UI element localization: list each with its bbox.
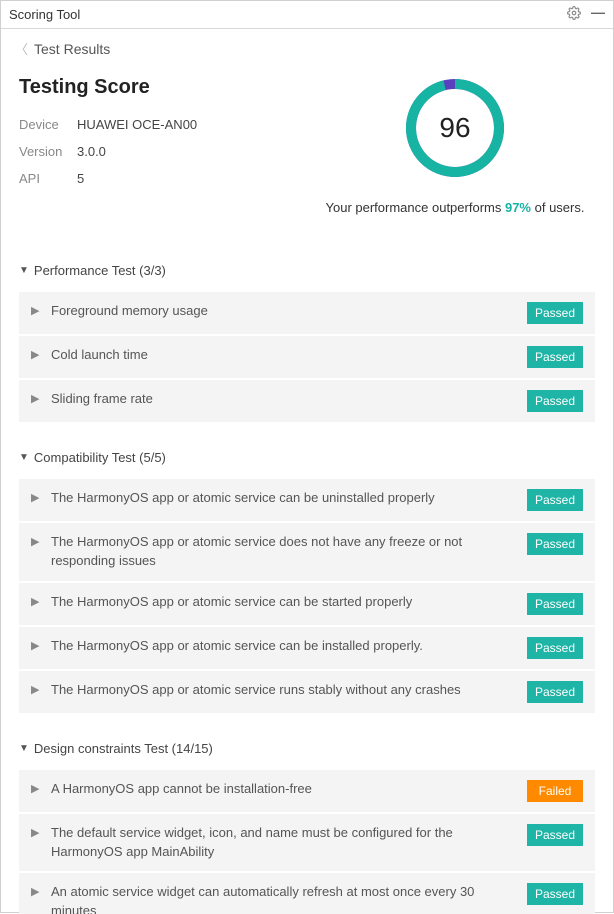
status-badge: Passed [527, 593, 583, 615]
test-label: Cold launch time [51, 346, 527, 365]
section-compatibility-title: Compatibility Test (5/5) [34, 450, 166, 465]
section-performance-title: Performance Test (3/3) [34, 263, 166, 278]
header-meta: Testing Score Device HUAWEI OCE-AN00 Ver… [19, 76, 315, 215]
status-badge: Passed [527, 883, 583, 905]
meta-device: Device HUAWEI OCE-AN00 [19, 117, 315, 132]
chevron-right-icon: ▶ [31, 681, 51, 696]
test-row[interactable]: ▶ Foreground memory usage Passed [19, 292, 595, 336]
back-label: Test Results [34, 41, 110, 57]
section-design-header[interactable]: ▼ Design constraints Test (14/15) [19, 741, 595, 756]
chevron-right-icon: ▶ [31, 533, 51, 548]
chevron-left-icon: 〈 [15, 39, 28, 58]
test-row[interactable]: ▶ The HarmonyOS app or atomic service ca… [19, 479, 595, 523]
chevron-right-icon: ▶ [31, 593, 51, 608]
test-label: An atomic service widget can automatical… [51, 883, 527, 914]
section-performance-header[interactable]: ▼ Performance Test (3/3) [19, 263, 595, 278]
status-badge: Failed [527, 780, 583, 802]
outperform-prefix: Your performance outperforms [326, 200, 505, 215]
header-area: Testing Score Device HUAWEI OCE-AN00 Ver… [5, 76, 609, 235]
chevron-right-icon: ▶ [31, 346, 51, 361]
status-badge: Passed [527, 637, 583, 659]
chevron-right-icon: ▶ [31, 390, 51, 405]
status-badge: Passed [527, 302, 583, 324]
test-label: The HarmonyOS app or atomic service can … [51, 593, 527, 612]
meta-version-value: 3.0.0 [77, 144, 106, 159]
test-label: The HarmonyOS app or atomic service runs… [51, 681, 527, 700]
section-compatibility-header[interactable]: ▼ Compatibility Test (5/5) [19, 450, 595, 465]
score-area: 96 Your performance outperforms 97% of u… [315, 76, 595, 215]
section-design: ▼ Design constraints Test (14/15) ▶ A Ha… [5, 741, 609, 914]
test-label: The HarmonyOS app or atomic service can … [51, 489, 527, 508]
status-badge: Passed [527, 346, 583, 368]
chevron-right-icon: ▶ [31, 883, 51, 898]
content-area: 〈 Test Results Testing Score Device HUAW… [1, 29, 613, 914]
chevron-right-icon: ▶ [31, 637, 51, 652]
meta-device-label: Device [19, 117, 77, 132]
chevron-down-icon: ▼ [19, 452, 29, 463]
test-row[interactable]: ▶ The HarmonyOS app or atomic service ru… [19, 671, 595, 713]
gear-icon[interactable] [567, 6, 581, 23]
test-row[interactable]: ▶ A HarmonyOS app cannot be installation… [19, 770, 595, 814]
status-badge: Passed [527, 390, 583, 412]
test-label: Foreground memory usage [51, 302, 527, 321]
test-label: The default service widget, icon, and na… [51, 824, 527, 862]
minimize-icon[interactable]: — [591, 4, 605, 20]
page-title: Testing Score [19, 76, 315, 99]
status-badge: Passed [527, 824, 583, 846]
test-row[interactable]: ▶ Cold launch time Passed [19, 336, 595, 380]
status-badge: Passed [527, 533, 583, 555]
meta-version-label: Version [19, 144, 77, 159]
window-controls: — [567, 6, 605, 23]
meta-version: Version 3.0.0 [19, 144, 315, 159]
back-button[interactable]: 〈 Test Results [5, 29, 609, 76]
status-badge: Passed [527, 489, 583, 511]
test-row[interactable]: ▶ An atomic service widget can automatic… [19, 873, 595, 914]
test-label: The HarmonyOS app or atomic service does… [51, 533, 527, 571]
section-performance-items: ▶ Foreground memory usage Passed ▶ Cold … [19, 292, 595, 422]
test-label: A HarmonyOS app cannot be installation-f… [51, 780, 527, 799]
score-value: 96 [403, 76, 507, 180]
section-performance: ▼ Performance Test (3/3) ▶ Foreground me… [5, 263, 609, 422]
meta-device-value: HUAWEI OCE-AN00 [77, 117, 197, 132]
titlebar: Scoring Tool — [1, 1, 613, 29]
window-title: Scoring Tool [9, 7, 80, 22]
test-row[interactable]: ▶ The HarmonyOS app or atomic service ca… [19, 583, 595, 627]
test-label: The HarmonyOS app or atomic service can … [51, 637, 527, 656]
chevron-right-icon: ▶ [31, 824, 51, 839]
status-badge: Passed [527, 681, 583, 703]
test-row[interactable]: ▶ Sliding frame rate Passed [19, 380, 595, 422]
test-row[interactable]: ▶ The default service widget, icon, and … [19, 814, 595, 874]
test-label: Sliding frame rate [51, 390, 527, 409]
chevron-down-icon: ▼ [19, 265, 29, 276]
test-row[interactable]: ▶ The HarmonyOS app or atomic service ca… [19, 627, 595, 671]
section-design-title: Design constraints Test (14/15) [34, 741, 213, 756]
test-row[interactable]: ▶ The HarmonyOS app or atomic service do… [19, 523, 595, 583]
section-compatibility-items: ▶ The HarmonyOS app or atomic service ca… [19, 479, 595, 713]
meta-api-value: 5 [77, 171, 84, 186]
section-design-items: ▶ A HarmonyOS app cannot be installation… [19, 770, 595, 914]
score-ring: 96 [403, 76, 507, 180]
chevron-down-icon: ▼ [19, 743, 29, 754]
outperform-pct: 97% [505, 200, 531, 215]
meta-api-label: API [19, 171, 77, 186]
section-compatibility: ▼ Compatibility Test (5/5) ▶ The Harmony… [5, 450, 609, 713]
outperform-suffix: of users. [531, 200, 584, 215]
outperform-text: Your performance outperforms 97% of user… [315, 200, 595, 215]
meta-api: API 5 [19, 171, 315, 186]
chevron-right-icon: ▶ [31, 489, 51, 504]
chevron-right-icon: ▶ [31, 780, 51, 795]
chevron-right-icon: ▶ [31, 302, 51, 317]
